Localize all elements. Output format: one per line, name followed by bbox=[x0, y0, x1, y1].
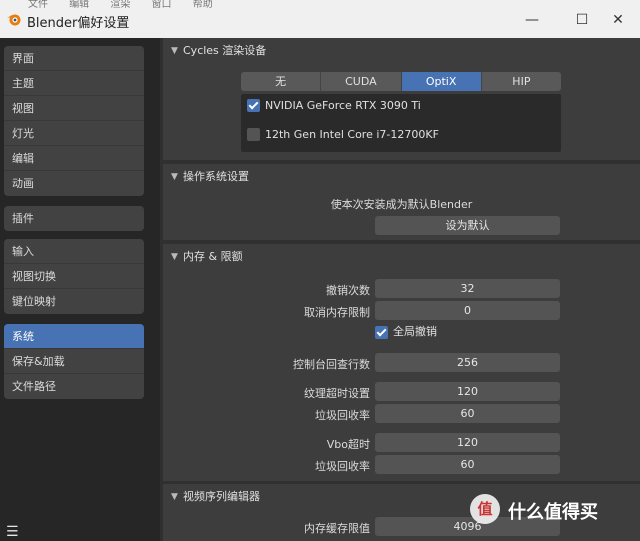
watermark-text: 什么值得买 bbox=[508, 502, 598, 523]
blender-logo-icon bbox=[7, 14, 21, 26]
sidebar-group-input: 输入 视图切换 键位映射 bbox=[4, 239, 144, 314]
sidebar-group-system: 系统 保存&加载 文件路径 bbox=[4, 324, 144, 399]
undo-steps-label: 撤销次数 bbox=[326, 284, 370, 297]
chevron-down-icon: ▼ bbox=[171, 492, 178, 502]
sidebar-item-addons[interactable]: 插件 bbox=[4, 206, 144, 231]
menu-help[interactable]: 帮助 bbox=[193, 0, 213, 9]
menu-render[interactable]: 渲染 bbox=[110, 0, 130, 9]
maximize-button[interactable]: ☐ bbox=[568, 8, 596, 32]
vbo-gc-label: 垃圾回收率 bbox=[315, 460, 370, 473]
vbo-gc-field[interactable]: 60 bbox=[375, 455, 560, 474]
watermark-logo-icon: 值 bbox=[470, 494, 500, 524]
chevron-down-icon: ▼ bbox=[171, 172, 178, 182]
vbo-timeout-field[interactable]: 120 bbox=[375, 433, 560, 452]
device-cpu-checkbox[interactable] bbox=[247, 128, 260, 141]
menu-window[interactable]: 窗口 bbox=[152, 0, 172, 9]
watermark: 值 什么值得买 bbox=[470, 492, 640, 532]
sidebar-item-editing[interactable]: 编辑 bbox=[4, 146, 144, 171]
window-title: Blender偏好设置 bbox=[27, 16, 130, 31]
sidebar-group-interface: 界面 主题 视图 灯光 编辑 动画 bbox=[4, 46, 144, 196]
title-bar: 文件 编辑 渲染 窗口 帮助 Blender偏好设置 — ☐ ✕ bbox=[0, 0, 640, 38]
close-button[interactable]: ✕ bbox=[604, 8, 632, 32]
global-undo-label: 全局撤销 bbox=[393, 325, 437, 338]
sidebar-group-addons: 插件 bbox=[4, 206, 144, 231]
tab-cuda[interactable]: CUDA bbox=[321, 72, 402, 91]
memory-panel-title: 内存 & 限额 bbox=[183, 250, 243, 263]
menu-edit[interactable]: 编辑 bbox=[69, 0, 89, 9]
set-default-button[interactable]: 设为默认 bbox=[375, 216, 560, 235]
global-undo-checkbox[interactable] bbox=[375, 326, 388, 339]
device-list: NVIDIA GeForce RTX 3090 Ti 12th Gen Inte… bbox=[241, 94, 561, 152]
minimize-button[interactable]: — bbox=[518, 8, 546, 32]
os-panel-header[interactable]: ▼ 操作系统设置 bbox=[163, 164, 640, 190]
texture-timeout-field[interactable]: 120 bbox=[375, 382, 560, 401]
tab-optix[interactable]: OptiX bbox=[401, 72, 482, 91]
device-cpu-label: 12th Gen Intel Core i7-12700KF bbox=[265, 128, 439, 141]
undo-memory-field[interactable]: 0 bbox=[375, 301, 560, 320]
tab-hip[interactable]: HIP bbox=[482, 72, 561, 91]
sidebar-item-lights[interactable]: 灯光 bbox=[4, 121, 144, 146]
cycles-panel: ▼ Cycles 渲染设备 无 CUDA OptiX HIP NVIDIA Ge… bbox=[163, 38, 640, 160]
texture-gc-label: 垃圾回收率 bbox=[315, 409, 370, 422]
os-panel-title: 操作系统设置 bbox=[183, 170, 249, 183]
chevron-down-icon: ▼ bbox=[171, 46, 178, 56]
sidebar-item-interface[interactable]: 界面 bbox=[4, 46, 144, 71]
preferences-main: ▼ Cycles 渲染设备 无 CUDA OptiX HIP NVIDIA Ge… bbox=[160, 38, 640, 541]
sidebar-item-system[interactable]: 系统 bbox=[4, 324, 144, 349]
hamburger-menu-icon[interactable]: ☰ bbox=[6, 524, 19, 540]
menu-file[interactable]: 文件 bbox=[28, 0, 48, 9]
device-gpu-label: NVIDIA GeForce RTX 3090 Ti bbox=[265, 99, 421, 112]
compute-device-tabs: 无 CUDA OptiX HIP bbox=[241, 72, 561, 91]
sidebar-item-viewport[interactable]: 视图 bbox=[4, 96, 144, 121]
sidebar-item-navigation[interactable]: 视图切换 bbox=[4, 264, 144, 289]
memory-panel-header[interactable]: ▼ 内存 & 限额 bbox=[163, 244, 640, 270]
texture-timeout-label: 纹理超时设置 bbox=[304, 387, 370, 400]
sidebar-item-keymap[interactable]: 键位映射 bbox=[4, 289, 144, 314]
console-scrollback-field[interactable]: 256 bbox=[375, 353, 560, 372]
os-description: 使本次安装成为默认Blender bbox=[330, 198, 473, 211]
preferences-sidebar: 界面 主题 视图 灯光 编辑 动画 插件 输入 视图切换 键位映射 系统 保存&… bbox=[0, 38, 160, 541]
os-settings-panel: ▼ 操作系统设置 使本次安装成为默认Blender 设为默认 bbox=[163, 164, 640, 240]
sidebar-item-animation[interactable]: 动画 bbox=[4, 171, 144, 196]
tab-none[interactable]: 无 bbox=[241, 72, 322, 91]
vbo-timeout-label: Vbo超时 bbox=[326, 438, 370, 451]
memory-cache-label: 内存缓存限值 bbox=[304, 522, 370, 535]
chevron-down-icon: ▼ bbox=[171, 252, 178, 262]
cycles-panel-title: Cycles 渲染设备 bbox=[183, 44, 267, 57]
cycles-panel-header[interactable]: ▼ Cycles 渲染设备 bbox=[163, 38, 640, 64]
sidebar-item-file-paths[interactable]: 文件路径 bbox=[4, 374, 144, 399]
device-gpu-checkbox[interactable] bbox=[247, 99, 260, 112]
undo-memory-label: 取消内存限制 bbox=[304, 306, 370, 319]
console-scrollback-label: 控制台回查行数 bbox=[293, 358, 370, 371]
sidebar-item-input[interactable]: 输入 bbox=[4, 239, 144, 264]
undo-steps-field[interactable]: 32 bbox=[375, 279, 560, 298]
sidebar-item-save-load[interactable]: 保存&加载 bbox=[4, 349, 144, 374]
sequencer-panel-title: 视频序列编辑器 bbox=[183, 490, 260, 503]
memory-limits-panel: ▼ 内存 & 限额 撤销次数 32 取消内存限制 0 全局撤销 控制台回查行数 … bbox=[163, 244, 640, 481]
texture-gc-field[interactable]: 60 bbox=[375, 404, 560, 423]
sidebar-item-themes[interactable]: 主题 bbox=[4, 71, 144, 96]
